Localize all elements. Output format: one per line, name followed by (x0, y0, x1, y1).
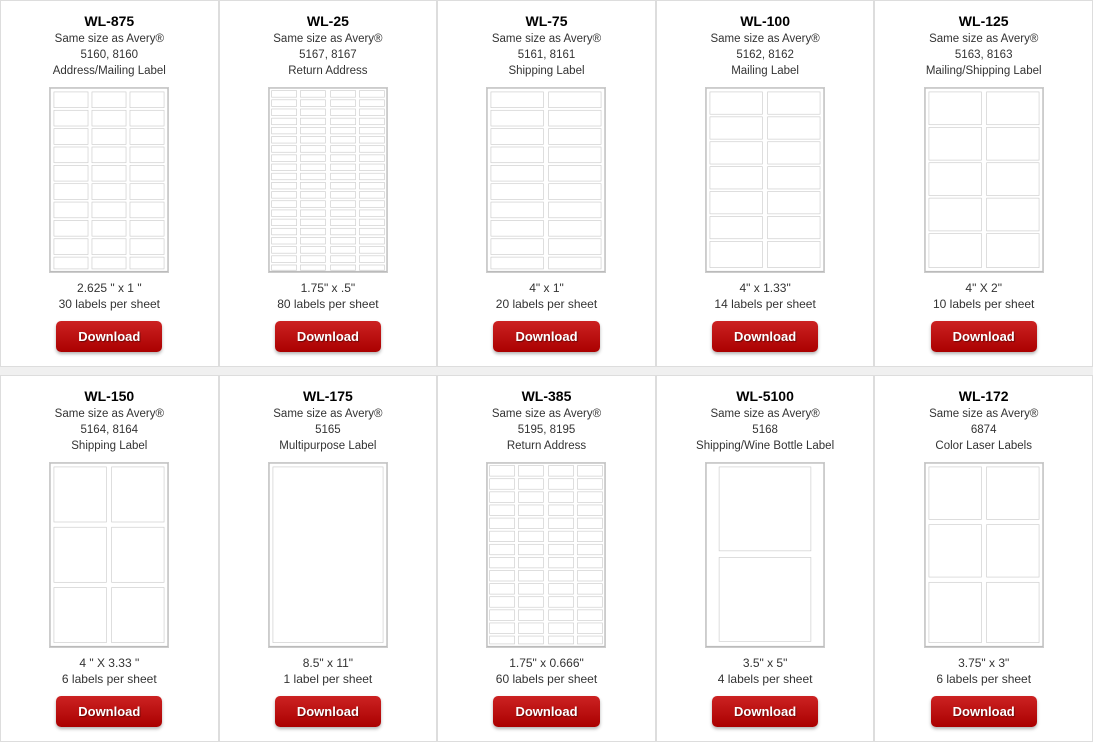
download-button-wl172[interactable]: Download (931, 696, 1037, 727)
product-grid: WL-875 Same size as Avery® 5160, 8160 Ad… (0, 0, 1093, 742)
product-count-wl175: 1 label per sheet (284, 672, 373, 686)
download-button-wl75[interactable]: Download (493, 321, 599, 352)
product-card-wl172: WL-172 Same size as Avery® 6874 Color La… (874, 375, 1093, 742)
product-count-wl75: 20 labels per sheet (496, 297, 597, 311)
product-count-wl125: 10 labels per sheet (933, 297, 1034, 311)
product-title-wl100: WL-100 (740, 13, 790, 29)
product-title-wl5100: WL-5100 (736, 388, 794, 404)
download-button-wl875[interactable]: Download (56, 321, 162, 352)
product-card-wl100: WL-100 Same size as Avery® 5162, 8162 Ma… (656, 0, 875, 367)
product-subtitle-wl125: Same size as Avery® 5163, 8163 Mailing/S… (926, 31, 1042, 79)
download-button-wl125[interactable]: Download (931, 321, 1037, 352)
product-count-wl100: 14 labels per sheet (714, 297, 815, 311)
product-size-wl5100: 3.5" x 5" (743, 656, 788, 670)
product-subtitle-wl175: Same size as Avery® 5165 Multipurpose La… (273, 406, 382, 454)
product-title-wl150: WL-150 (84, 388, 134, 404)
product-title-wl172: WL-172 (959, 388, 1009, 404)
label-preview-wl25 (268, 87, 388, 273)
product-subtitle-wl5100: Same size as Avery® 5168 Shipping/Wine B… (696, 406, 834, 454)
product-card-wl25: WL-25 Same size as Avery® 5167, 8167 Ret… (219, 0, 438, 367)
product-card-wl875: WL-875 Same size as Avery® 5160, 8160 Ad… (0, 0, 219, 367)
product-title-wl75: WL-75 (525, 13, 567, 29)
label-preview-wl150 (49, 462, 169, 648)
product-subtitle-wl385: Same size as Avery® 5195, 8195 Return Ad… (492, 406, 601, 454)
product-size-wl125: 4" X 2" (965, 281, 1002, 295)
download-button-wl5100[interactable]: Download (712, 696, 818, 727)
label-preview-wl5100 (705, 462, 825, 648)
label-preview-wl100 (705, 87, 825, 273)
product-size-wl100: 4" x 1.33" (739, 281, 790, 295)
download-button-wl25[interactable]: Download (275, 321, 381, 352)
product-size-wl875: 2.625 " x 1 " (77, 281, 142, 295)
product-title-wl175: WL-175 (303, 388, 353, 404)
label-preview-wl125 (924, 87, 1044, 273)
product-count-wl875: 30 labels per sheet (59, 297, 160, 311)
product-size-wl385: 1.75" x 0.666" (509, 656, 584, 670)
product-title-wl385: WL-385 (522, 388, 572, 404)
product-size-wl75: 4" x 1" (529, 281, 564, 295)
label-preview-wl385 (486, 462, 606, 648)
product-card-wl175: WL-175 Same size as Avery® 5165 Multipur… (219, 375, 438, 742)
product-title-wl125: WL-125 (959, 13, 1009, 29)
product-subtitle-wl172: Same size as Avery® 6874 Color Laser Lab… (929, 406, 1038, 454)
row-divider (0, 367, 1093, 375)
product-size-wl25: 1.75" x .5" (301, 281, 356, 295)
product-count-wl385: 60 labels per sheet (496, 672, 597, 686)
product-card-wl125: WL-125 Same size as Avery® 5163, 8163 Ma… (874, 0, 1093, 367)
product-card-wl5100: WL-5100 Same size as Avery® 5168 Shippin… (656, 375, 875, 742)
product-size-wl150: 4 " X 3.33 " (79, 656, 139, 670)
product-subtitle-wl150: Same size as Avery® 5164, 8164 Shipping … (55, 406, 164, 454)
label-preview-wl875 (49, 87, 169, 273)
product-subtitle-wl875: Same size as Avery® 5160, 8160 Address/M… (53, 31, 166, 79)
product-size-wl175: 8.5" x 11" (303, 656, 353, 670)
product-title-wl875: WL-875 (84, 13, 134, 29)
download-button-wl385[interactable]: Download (493, 696, 599, 727)
product-count-wl5100: 4 labels per sheet (718, 672, 813, 686)
product-count-wl25: 80 labels per sheet (277, 297, 378, 311)
download-button-wl150[interactable]: Download (56, 696, 162, 727)
download-button-wl100[interactable]: Download (712, 321, 818, 352)
product-subtitle-wl100: Same size as Avery® 5162, 8162 Mailing L… (710, 31, 819, 79)
product-card-wl150: WL-150 Same size as Avery® 5164, 8164 Sh… (0, 375, 219, 742)
product-card-wl385: WL-385 Same size as Avery® 5195, 8195 Re… (437, 375, 656, 742)
product-subtitle-wl75: Same size as Avery® 5161, 8161 Shipping … (492, 31, 601, 79)
label-preview-wl172 (924, 462, 1044, 648)
product-count-wl172: 6 labels per sheet (936, 672, 1031, 686)
product-count-wl150: 6 labels per sheet (62, 672, 157, 686)
download-button-wl175[interactable]: Download (275, 696, 381, 727)
product-subtitle-wl25: Same size as Avery® 5167, 8167 Return Ad… (273, 31, 382, 79)
label-preview-wl175 (268, 462, 388, 648)
label-preview-wl75 (486, 87, 606, 273)
product-title-wl25: WL-25 (307, 13, 349, 29)
product-card-wl75: WL-75 Same size as Avery® 5161, 8161 Shi… (437, 0, 656, 367)
product-size-wl172: 3.75" x 3" (958, 656, 1009, 670)
